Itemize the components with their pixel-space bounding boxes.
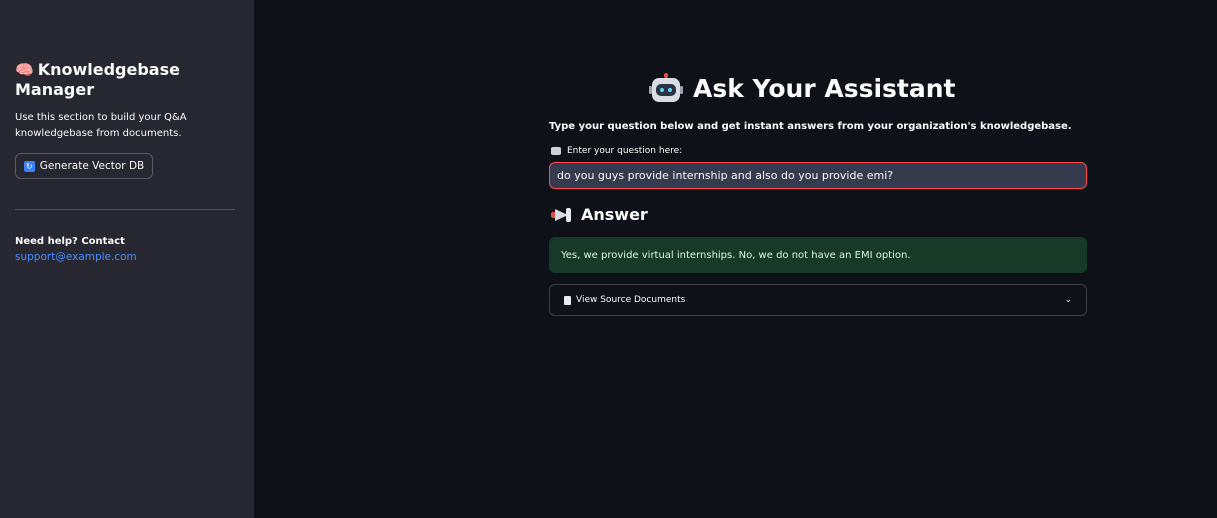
sidebar-title: 🧠 Knowledgebase Manager xyxy=(15,60,240,99)
speech-bubble-icon xyxy=(551,141,561,155)
generate-vector-db-button[interactable]: ↻ Generate Vector DB xyxy=(15,153,153,179)
question-label: Enter your question here: xyxy=(551,141,683,157)
expander-label-text: View Source Documents xyxy=(576,295,686,305)
support-email-link[interactable]: support@example.com xyxy=(15,250,137,265)
megaphone-icon xyxy=(551,208,573,222)
robot-icon xyxy=(649,73,683,105)
brain-icon: 🧠 xyxy=(15,61,34,79)
app: 🧠 Knowledgebase Manager Use this section … xyxy=(0,0,1217,518)
answer-box: Yes, we provide virtual internships. No,… xyxy=(549,237,1087,273)
answer-text: Yes, we provide virtual internships. No,… xyxy=(561,249,911,261)
chevron-down-icon[interactable]: ⌄ xyxy=(1064,295,1072,305)
help-text: Need help? Contact xyxy=(15,236,125,247)
sidebar-description: Use this section to build your Q&A knowl… xyxy=(15,112,187,139)
sidebar: 🧠 Knowledgebase Manager Use this section … xyxy=(0,0,254,518)
intro-text: Type your question below and get instant… xyxy=(549,121,1072,132)
generate-button-label: Generate Vector DB xyxy=(39,160,145,172)
document-icon xyxy=(564,295,571,305)
view-source-documents-expander[interactable]: View Source Documents ⌄ xyxy=(549,284,1087,316)
answer-heading: Answer xyxy=(551,204,648,226)
answer-heading-text: Answer xyxy=(581,205,648,224)
page-title: Ask Your Assistant xyxy=(649,72,956,106)
sidebar-divider xyxy=(15,209,235,210)
expander-label: View Source Documents xyxy=(564,295,685,305)
sidebar-title-text: Knowledgebase Manager xyxy=(15,60,180,99)
question-label-text: Enter your question here: xyxy=(567,146,683,156)
page-title-text: Ask Your Assistant xyxy=(693,74,956,103)
refresh-icon: ↻ xyxy=(23,160,35,172)
question-input[interactable] xyxy=(549,162,1087,189)
main-content: Ask Your Assistant Type your question be… xyxy=(254,0,1217,518)
